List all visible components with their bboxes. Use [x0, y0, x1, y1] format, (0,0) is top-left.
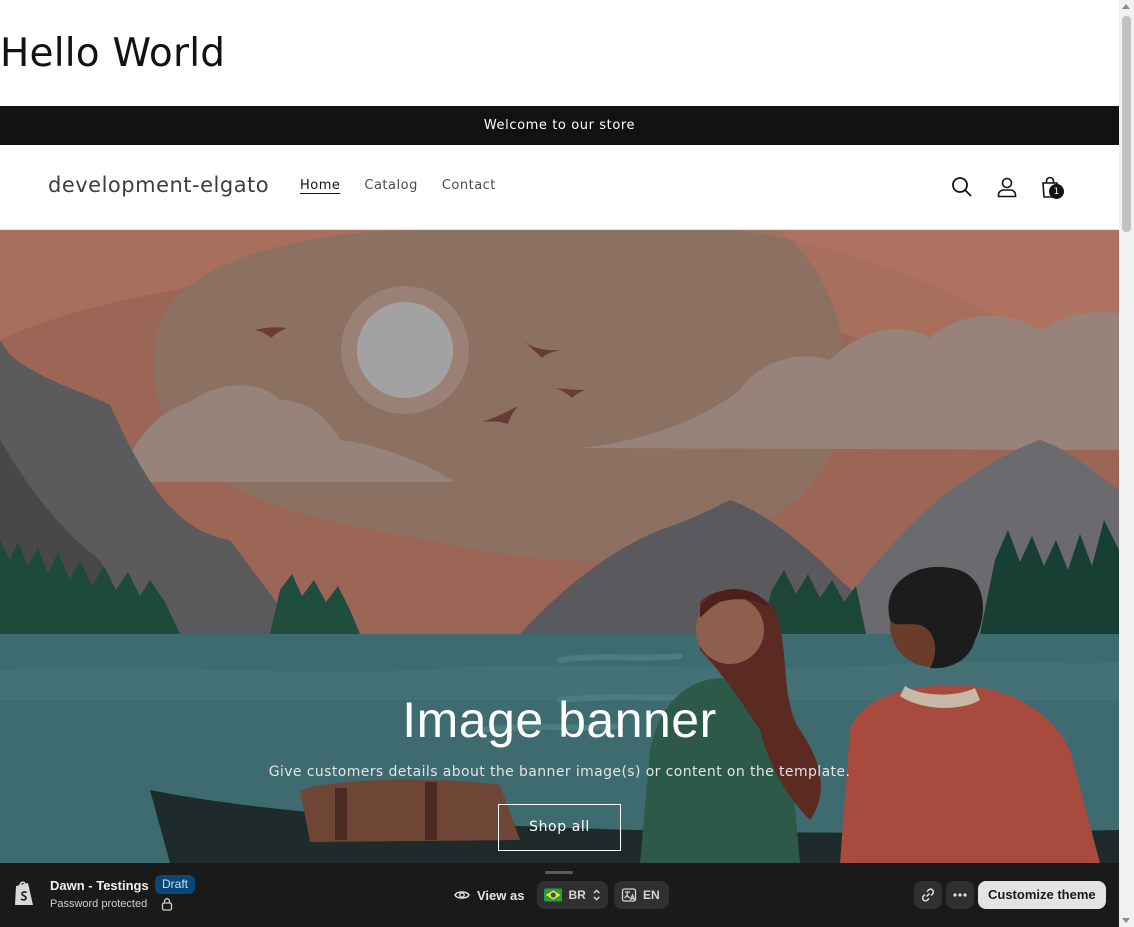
drag-handle[interactable]	[545, 871, 573, 874]
language-code: EN	[643, 888, 660, 902]
page-heading: Hello World	[0, 31, 226, 76]
page-scrollbar[interactable]	[1119, 0, 1134, 927]
announcement-bar: Welcome to our store	[0, 106, 1119, 145]
theme-name: Dawn - Testings	[50, 878, 149, 893]
shopify-logo-icon	[15, 881, 33, 905]
eye-icon	[454, 891, 470, 899]
search-icon[interactable]	[948, 173, 976, 201]
more-icon	[953, 893, 967, 897]
main-nav: Home Catalog Contact	[300, 178, 496, 193]
password-status: Password protected	[50, 898, 148, 910]
more-actions-button[interactable]	[946, 881, 974, 909]
banner-description: Give customers details about the banner …	[268, 764, 851, 780]
chevron-updown-icon	[593, 889, 600, 901]
banner-content: Image banner Give customers details abou…	[0, 692, 1119, 851]
banner-title: Image banner	[402, 692, 717, 748]
image-banner: Image banner Give customers details abou…	[0, 230, 1119, 863]
copy-link-button[interactable]	[914, 881, 942, 909]
language-selector[interactable]: EN	[614, 881, 669, 909]
site-header: development-elgato Home Catalog Contact …	[0, 145, 1119, 230]
account-icon[interactable]	[993, 173, 1021, 201]
scroll-thumb[interactable]	[1122, 16, 1131, 232]
nav-item-catalog[interactable]: Catalog	[364, 178, 417, 193]
country-code: BR	[568, 888, 586, 902]
draft-badge: Draft	[155, 875, 196, 894]
view-as-label: View as	[477, 887, 525, 903]
storefront-page: Hello World Welcome to our store develop…	[0, 0, 1119, 927]
country-selector[interactable]: BR	[537, 881, 608, 909]
link-icon	[921, 888, 935, 902]
scroll-down-arrow[interactable]	[1122, 918, 1130, 923]
translate-icon	[621, 888, 637, 902]
theme-preview-bar: Dawn - Testings Draft Password protected…	[0, 863, 1119, 927]
lock-icon	[161, 898, 173, 911]
customize-theme-button[interactable]: Customize theme	[978, 881, 1106, 909]
nav-item-contact[interactable]: Contact	[442, 178, 496, 193]
view-as-button[interactable]: View as	[454, 887, 524, 903]
scroll-up-arrow[interactable]	[1122, 4, 1130, 9]
store-logo[interactable]: development-elgato	[48, 173, 269, 197]
nav-item-home[interactable]: Home	[300, 178, 340, 193]
brazil-flag-icon	[544, 888, 563, 902]
announcement-text: Welcome to our store	[483, 118, 636, 133]
shop-all-button[interactable]: Shop all	[498, 804, 621, 851]
cart-count-badge: 1	[1049, 184, 1064, 199]
cart-icon[interactable]: 1	[1036, 173, 1064, 201]
